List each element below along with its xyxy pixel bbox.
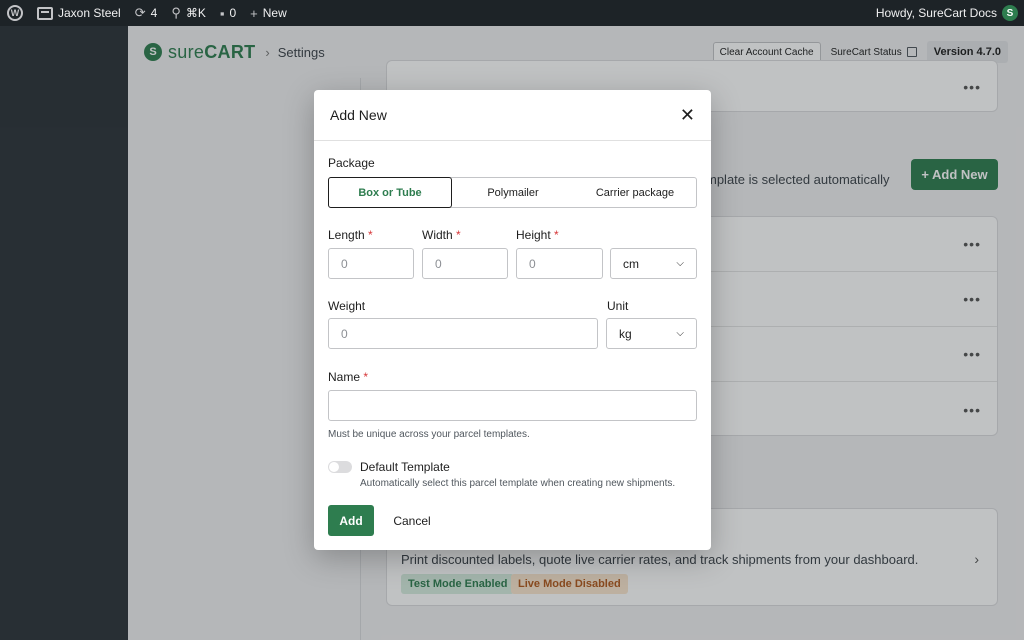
package-label: Package — [328, 156, 375, 170]
updates-link[interactable]: ⟳ 4 — [128, 0, 165, 26]
weight-unit-select[interactable]: kg ⌵ — [606, 318, 697, 349]
new-content-link[interactable]: + New — [243, 0, 294, 26]
toggle-knob — [329, 462, 339, 472]
account-menu[interactable]: Howdy, SureCart Docs S — [869, 0, 1024, 26]
comments-link[interactable]: ▪ 0 — [213, 0, 243, 26]
required-mark: * — [368, 228, 373, 242]
chevron-down-icon: ⌵ — [676, 328, 684, 339]
height-label: Height * — [516, 228, 559, 242]
admin-bar: W Jaxon Steel ⟳ 4 ⚲ ⌘K ▪ 0 + New Howdy, … — [0, 0, 1024, 26]
required-mark: * — [456, 228, 461, 242]
howdy-text: Howdy, SureCart Docs — [875, 6, 997, 20]
dialog-title: Add New — [330, 107, 387, 123]
site-name-link[interactable]: Jaxon Steel — [30, 0, 128, 26]
search-icon: ⚲ — [171, 5, 181, 20]
length-label: Length * — [328, 228, 373, 242]
package-option-box[interactable]: Box or Tube — [328, 177, 452, 208]
default-template-toggle[interactable] — [328, 461, 352, 473]
package-option-polymailer[interactable]: Polymailer — [452, 178, 574, 207]
name-input[interactable] — [328, 390, 697, 421]
weight-unit-value: kg — [619, 326, 632, 341]
updates-icon: ⟳ — [134, 5, 146, 20]
dialog-header: Add New ✕ — [314, 90, 711, 141]
weight-input[interactable]: 0 — [328, 318, 598, 349]
site-icon — [37, 6, 53, 20]
length-input[interactable]: 0 — [328, 248, 414, 279]
updates-count: 4 — [150, 6, 158, 20]
default-template-label: Default Template — [360, 460, 450, 474]
name-help-text: Must be unique across your parcel templa… — [328, 429, 530, 440]
comment-icon: ▪ — [219, 5, 225, 21]
close-icon[interactable]: ✕ — [680, 106, 695, 124]
required-mark: * — [363, 370, 369, 384]
wordpress-logo[interactable]: W — [0, 0, 30, 26]
unit-label: Unit — [607, 299, 629, 313]
shortcut-label: ⌘K — [185, 6, 206, 20]
default-template-help: Automatically select this parcel templat… — [360, 478, 676, 489]
plus-icon: + — [250, 5, 258, 21]
add-parcel-template-dialog: Add New ✕ Package Box or Tube Polymailer… — [314, 90, 711, 550]
command-palette-link[interactable]: ⚲ ⌘K — [164, 0, 213, 26]
dimension-unit-select[interactable]: cm ⌵ — [610, 248, 697, 279]
add-button[interactable]: Add — [328, 505, 374, 536]
name-label: Name * — [328, 370, 369, 384]
wordpress-icon: W — [7, 5, 23, 21]
width-input[interactable]: 0 — [422, 248, 508, 279]
chevron-down-icon: ⌵ — [676, 258, 684, 269]
dimension-unit-value: cm — [623, 256, 639, 271]
new-label: New — [262, 6, 287, 20]
package-type-selector: Box or Tube Polymailer Carrier package — [328, 177, 697, 208]
avatar: S — [1002, 5, 1018, 21]
comments-count: 0 — [229, 6, 237, 20]
height-input[interactable]: 0 — [516, 248, 603, 279]
weight-label: Weight — [328, 299, 366, 313]
site-name: Jaxon Steel — [58, 6, 121, 20]
width-label: Width * — [422, 228, 461, 242]
package-option-carrier[interactable]: Carrier package — [574, 178, 696, 207]
required-mark: * — [554, 228, 559, 242]
cancel-button[interactable]: Cancel — [384, 505, 440, 536]
